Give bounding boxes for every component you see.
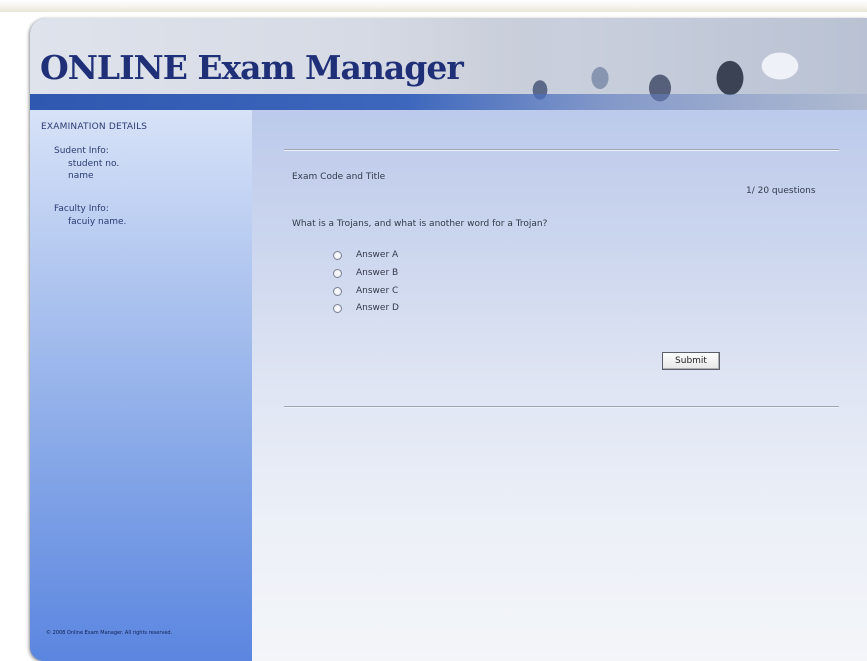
question-text: What is a Trojans, and what is another w… [292,219,548,229]
site-logo: ONLINE Exam Manager [40,48,464,87]
answer-c-radio[interactable] [333,287,342,296]
question-progress: 1/ 20 questions [746,186,816,196]
top-divider [284,149,839,151]
answer-d-radio[interactable] [333,304,342,313]
faculty-info-label: Faculty Info: [54,204,109,214]
main-content: Exam Code and Title 1/ 20 questions What… [252,110,867,661]
header-banner: ONLINE Exam Manager [30,18,867,110]
answer-b-radio[interactable] [333,269,342,278]
top-border [0,0,867,12]
answer-b-label: Answer B [356,268,399,278]
bottom-divider [284,406,839,408]
copyright-text: © 2008 Online Exam Manager. All rights r… [46,630,173,636]
submit-button[interactable]: Submit [662,352,720,370]
answer-a-label: Answer A [356,250,399,260]
student-name: name [68,171,94,181]
student-number: student no. [68,159,120,169]
app-window: ONLINE Exam Manager EXAMINATION DETAILS … [30,18,867,661]
sidebar: EXAMINATION DETAILS Sudent Info: student… [30,110,252,661]
answer-a-radio[interactable] [333,251,342,260]
answer-c-label: Answer C [356,286,399,296]
header-band [30,94,867,110]
answer-d-label: Answer D [356,303,399,313]
exam-title: Exam Code and Title [292,172,386,182]
student-info-label: Sudent Info: [54,146,109,156]
sidebar-title: EXAMINATION DETAILS [41,122,148,132]
faculty-name: facuiy name. [68,217,127,227]
